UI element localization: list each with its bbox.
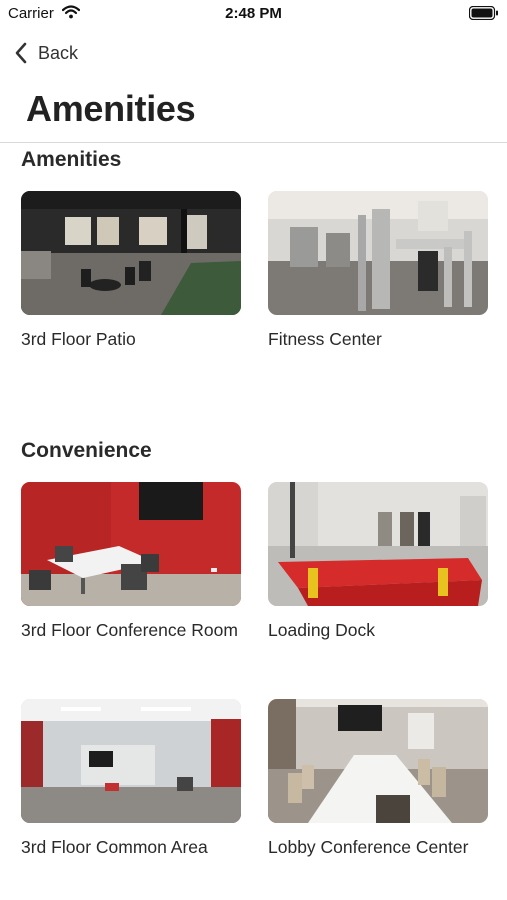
conference-room-photo [21,482,241,606]
card-label: 3rd Floor Patio [21,329,136,349]
section-title-amenities: Amenities [21,148,122,171]
status-bar: Carrier 2:48 PM [0,0,507,30]
card-label: Lobby Conference Center [268,837,469,857]
header-divider [0,142,507,143]
amenity-card-3rd-floor-patio[interactable]: 3rd Floor Patio [21,191,241,351]
card-label: Loading Dock [268,620,376,640]
card-label: 3rd Floor Conference Room [21,620,238,640]
common-area-photo [21,699,241,823]
page-title: Amenities [26,88,196,129]
patio-photo [21,191,241,315]
amenity-card-fitness-center[interactable]: Fitness Center [268,191,488,351]
chevron-left-icon [14,42,28,64]
card-label: Fitness Center [268,329,382,349]
battery-icon [468,5,499,25]
back-button[interactable]: Back [14,40,78,66]
loading-dock-photo [268,482,488,606]
back-label: Back [38,42,79,63]
amenity-card-lobby-conference-center[interactable]: Lobby Conference Center [268,699,488,859]
amenity-card-3rd-floor-conference-room[interactable]: 3rd Floor Conference Room [21,482,241,642]
card-label: 3rd Floor Common Area [21,837,208,857]
amenity-card-3rd-floor-common-area[interactable]: 3rd Floor Common Area [21,699,241,859]
amenity-card-loading-dock[interactable]: Loading Dock [268,482,488,642]
section-title-convenience: Convenience [21,439,152,462]
fitness-center-photo [268,191,488,315]
status-time: 2:48 PM [225,5,282,22]
lobby-conference-photo [268,699,488,823]
